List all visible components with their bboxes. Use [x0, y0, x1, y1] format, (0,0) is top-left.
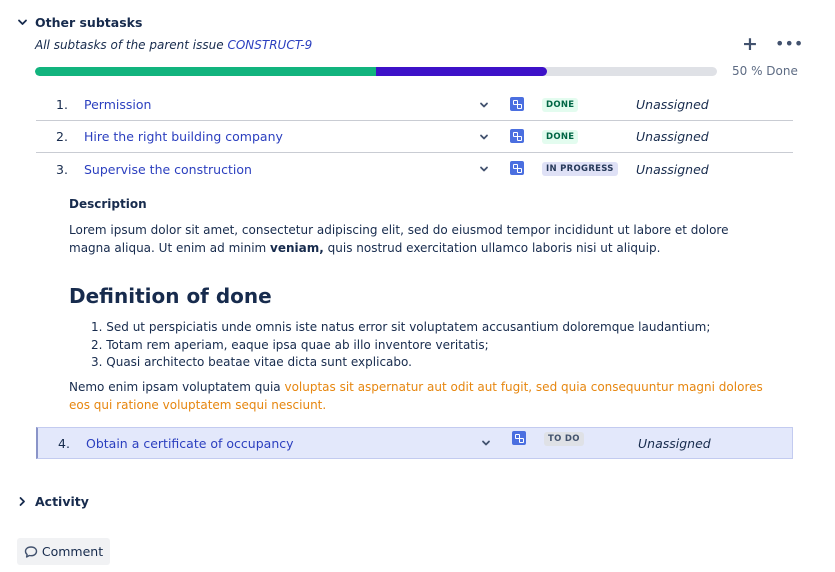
chevron-down-icon[interactable]: [477, 98, 491, 112]
chevron-down-icon: [17, 17, 28, 28]
chevron-down-icon[interactable]: [477, 130, 491, 144]
assignee-label[interactable]: Unassigned: [636, 97, 709, 112]
description-bold-text: veniam,: [270, 240, 324, 255]
subtask-title-link[interactable]: Hire the right building company: [84, 129, 283, 144]
status-badge[interactable]: DONE: [542, 98, 579, 112]
parent-issue-text: All subtasks of the parent issue: [35, 38, 224, 52]
chevron-right-icon: [17, 496, 28, 507]
definition-of-done-list: 1. Sed ut perspiciatis unde omnis iste n…: [91, 319, 710, 372]
status-badge[interactable]: DONE: [542, 130, 579, 144]
subtask-type-icon: [510, 129, 524, 143]
subtask-type-icon: [512, 431, 526, 445]
list-item: 1. Sed ut perspiciatis unde omnis iste n…: [91, 320, 711, 334]
assignee-label[interactable]: Unassigned: [636, 162, 709, 177]
plus-icon[interactable]: +: [741, 34, 759, 54]
subtask-type-icon: [510, 161, 524, 175]
progress-in-progress-segment: [376, 67, 547, 76]
subtask-row-selected[interactable]: 4. Obtain a certificate of occupancy TO …: [36, 427, 793, 459]
progress-bar: [35, 67, 717, 76]
subtask-row[interactable]: 1. Permission DONE Unassigned: [36, 89, 793, 121]
progress-label: 50 % Done: [732, 64, 798, 78]
closing-text: Nemo enim ipsam voluptatem quia: [69, 380, 285, 394]
list-item: 2. Totam rem aperiam, eaque ipsa quae ab…: [91, 337, 489, 352]
subtask-number: 3.: [56, 161, 68, 177]
subtasks-toolbar: + •••: [741, 34, 803, 54]
subtask-type-icon: [510, 97, 524, 111]
subtask-number: 1.: [56, 97, 68, 112]
other-subtasks-toggle[interactable]: Other subtasks: [17, 15, 142, 30]
status-badge[interactable]: TO DO: [544, 432, 584, 446]
progress-done-segment: [35, 67, 376, 76]
status-badge[interactable]: IN PROGRESS: [542, 162, 618, 176]
subtask-row[interactable]: 3. Supervise the construction IN PROGRES…: [36, 153, 793, 185]
subtask-description: Description Lorem ipsum dolor sit amet, …: [69, 197, 769, 257]
description-heading: Description: [69, 197, 147, 211]
subtask-title-link[interactable]: Supervise the construction: [84, 162, 252, 177]
subtask-title-link[interactable]: Obtain a certificate of occupancy: [86, 436, 294, 451]
activity-toggle[interactable]: Activity: [17, 494, 89, 509]
assignee-label[interactable]: Unassigned: [636, 129, 709, 144]
description-text: Lorem ipsum dolor sit amet, consectetur …: [69, 222, 769, 257]
definition-of-done-heading: Definition of done: [69, 284, 272, 308]
parent-issue-link[interactable]: CONSTRUCT-9: [227, 38, 312, 52]
parent-issue-line: All subtasks of the parent issue CONSTRU…: [35, 38, 312, 52]
comment-button[interactable]: Comment: [17, 538, 110, 565]
subtask-row[interactable]: 2. Hire the right building company DONE …: [36, 121, 793, 153]
chevron-down-icon[interactable]: [479, 436, 493, 450]
section-title: Activity: [35, 494, 89, 509]
subtask-title-link[interactable]: Permission: [84, 97, 151, 112]
list-item: 3. Quasi architecto beatae vitae dicta s…: [91, 355, 412, 369]
description-text-part: quis nostrud exercitation ullamco labori…: [323, 240, 661, 255]
more-icon[interactable]: •••: [775, 34, 803, 54]
chevron-down-icon[interactable]: [477, 162, 491, 176]
assignee-label[interactable]: Unassigned: [638, 436, 711, 451]
comment-icon: [24, 545, 38, 559]
subtask-number: 4.: [58, 435, 70, 451]
closing-paragraph: Nemo enim ipsam voluptatem quia voluptas…: [69, 379, 769, 414]
comment-button-label: Comment: [41, 544, 104, 559]
section-title: Other subtasks: [35, 15, 143, 30]
subtask-number: 2.: [56, 129, 68, 144]
